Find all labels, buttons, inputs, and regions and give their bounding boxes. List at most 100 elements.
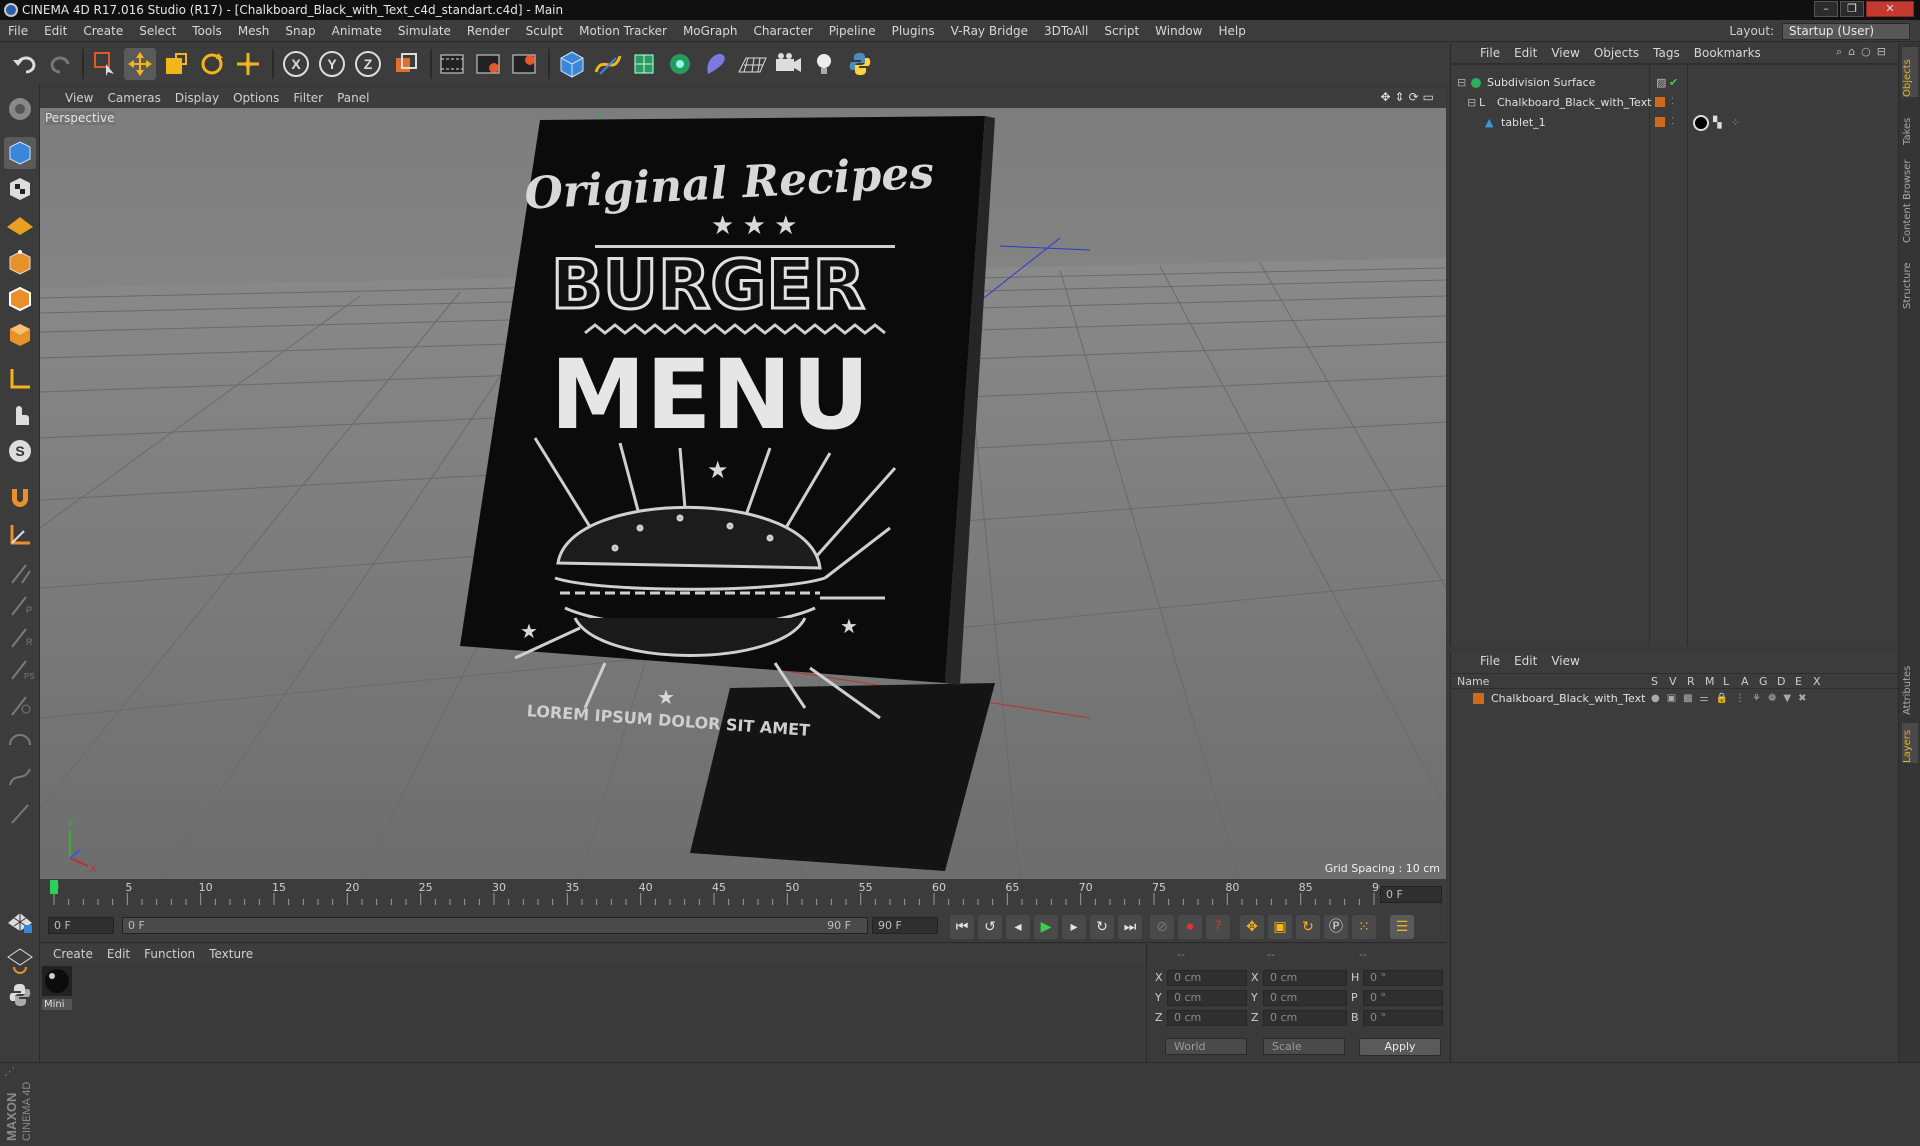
render-picture-viewer-icon[interactable] [472, 48, 504, 80]
texture-tag-icon[interactable]: ▚ [1713, 113, 1721, 132]
layout-dropdown[interactable]: Startup (User) [1782, 23, 1910, 40]
play-forward-icon[interactable]: ▶ [1034, 915, 1058, 939]
cloner-icon[interactable] [664, 48, 696, 80]
points-mode-icon[interactable] [4, 247, 36, 279]
uvw-tag-icon[interactable]: ⁘ [1731, 113, 1740, 132]
material-menu-create[interactable]: Create [46, 944, 100, 964]
timeline-ruler[interactable]: 051015202530354045505560657075808590 0 F [40, 879, 1446, 909]
subdivision-surface-icon[interactable] [628, 48, 660, 80]
layer-col-animation[interactable]: A [1741, 675, 1749, 688]
viewport-menu-filter[interactable]: Filter [286, 88, 330, 108]
viewport-menu-panel[interactable]: Panel [330, 88, 376, 108]
python-icon[interactable] [844, 48, 876, 80]
y-axis-lock-icon[interactable]: Y [316, 48, 348, 80]
cube-primitive-icon[interactable] [556, 48, 588, 80]
render-settings-icon[interactable] [508, 48, 540, 80]
layers-menu-edit[interactable]: Edit [1507, 651, 1544, 671]
frame-range-slider[interactable]: 0 F 90 F [122, 917, 868, 934]
object-row-chalkboard[interactable]: ⊟ L Chalkboard_Black_with_Text ⁚ [1451, 93, 1899, 112]
edges-mode-icon[interactable] [4, 283, 36, 315]
workplane-mode-icon[interactable] [4, 207, 36, 239]
layer-color-icon[interactable] [1655, 117, 1665, 127]
menu-select[interactable]: Select [131, 20, 184, 42]
undo-icon[interactable] [10, 48, 42, 80]
menu-mesh[interactable]: Mesh [230, 20, 278, 42]
key-scale-icon[interactable]: ▣ [1268, 915, 1292, 939]
edit-render-toggle-icon[interactable]: ▨ [1656, 73, 1666, 92]
size-x-field[interactable]: 0 cm [1263, 970, 1347, 986]
layer-toggle-icons[interactable]: ●▣▩⚌🔒⋮⚘❁▼✖ [1651, 689, 1813, 708]
layer-col-deformers[interactable]: D [1777, 675, 1785, 688]
magnet-icon[interactable] [4, 481, 36, 513]
polygons-mode-icon[interactable] [4, 319, 36, 351]
menu-sculpt[interactable]: Sculpt [518, 20, 571, 42]
tweak-mode-icon[interactable] [4, 399, 36, 431]
next-frame-icon[interactable]: ▸ [1062, 915, 1086, 939]
objects-menu-view[interactable]: View [1544, 43, 1586, 63]
workplane-icon[interactable] [4, 519, 36, 551]
layer-col-manager[interactable]: M [1705, 675, 1715, 688]
material-menu-function[interactable]: Function [137, 944, 202, 964]
menu-script[interactable]: Script [1096, 20, 1147, 42]
layers-menu-view[interactable]: View [1544, 651, 1586, 671]
texture-tiling-icon[interactable] [4, 903, 36, 935]
material-tag-icon[interactable] [1693, 115, 1709, 131]
viewport-menu-options[interactable]: Options [226, 88, 286, 108]
viewport-menu-view[interactable]: View [58, 88, 100, 108]
viewport-menu-display[interactable]: Display [168, 88, 226, 108]
apply-button[interactable]: Apply [1359, 1038, 1441, 1056]
material-item[interactable]: Mini [42, 966, 72, 1012]
timeline-menu-icon[interactable]: ☰ [1390, 915, 1414, 939]
move-tool-icon[interactable] [124, 48, 156, 80]
menu-pipeline[interactable]: Pipeline [821, 20, 884, 42]
pos-x-field[interactable]: 0 cm [1167, 970, 1247, 986]
menu-character[interactable]: Character [745, 20, 820, 42]
x-axis-lock-icon[interactable]: X [280, 48, 312, 80]
collapse-toggle-icon[interactable]: ⊟ [1457, 73, 1466, 92]
record-keys-disabled-icon[interactable]: ⊘ [1150, 915, 1174, 939]
layer-color-icon[interactable] [1655, 97, 1665, 107]
python-console-icon[interactable] [4, 979, 36, 1011]
layer-col-generators[interactable]: G [1759, 675, 1768, 688]
key-pla-icon[interactable]: ⁙ [1352, 915, 1376, 939]
layer-col-locked[interactable]: L [1723, 675, 1729, 688]
tab-layers[interactable]: Layers [1902, 723, 1918, 763]
z-axis-lock-icon[interactable]: Z [352, 48, 384, 80]
tab-takes[interactable]: Takes [1902, 105, 1918, 145]
menu-snap[interactable]: Snap [277, 20, 323, 42]
objects-menu-bookmarks[interactable]: Bookmarks [1687, 43, 1768, 63]
tab-content-browser[interactable]: Content Browser [1902, 153, 1918, 243]
make-editable-icon[interactable] [4, 93, 36, 125]
current-frame-field[interactable]: 0 F [48, 917, 114, 934]
menu-window[interactable]: Window [1147, 20, 1210, 42]
key-position-icon[interactable]: ✥ [1240, 915, 1264, 939]
pen-spline-icon[interactable] [592, 48, 624, 80]
layer-row[interactable]: Chalkboard_Black_with_Text ●▣▩⚌🔒⋮⚘❁▼✖ [1451, 689, 1899, 708]
objects-menu-file[interactable]: File [1473, 43, 1507, 63]
object-row-subdivision[interactable]: ⊟ Subdivision Surface ▨ ✔ [1451, 73, 1899, 92]
model-mode-icon[interactable] [4, 137, 36, 169]
viewport-nav-icons[interactable]: ✥⇕⟳▭ [1380, 90, 1438, 104]
texture-mode-icon[interactable] [4, 173, 36, 205]
visibility-dots-icon[interactable]: ⁚ [1671, 113, 1674, 132]
tab-attributes[interactable]: Attributes [1902, 655, 1918, 715]
close-button[interactable]: ✕ [1866, 1, 1914, 17]
menu-3dtoall[interactable]: 3DToAll [1036, 20, 1096, 42]
rot-h-field[interactable]: 0 ° [1363, 970, 1443, 986]
layer-col-solo[interactable]: S [1651, 675, 1658, 688]
key-parameter-icon[interactable]: Ⓟ [1324, 915, 1348, 939]
scale-tool-icon[interactable] [160, 48, 192, 80]
coordinate-space-dropdown[interactable]: World [1165, 1038, 1247, 1055]
material-menu-edit[interactable]: Edit [100, 944, 137, 964]
size-z-field[interactable]: 0 cm [1263, 1010, 1347, 1026]
menu-mograph[interactable]: MoGraph [675, 20, 746, 42]
visibility-dots-icon[interactable]: ⁚ [1671, 93, 1674, 112]
camera-icon[interactable] [772, 48, 804, 80]
pos-y-field[interactable]: 0 cm [1167, 990, 1247, 1006]
objects-menu-tags[interactable]: Tags [1646, 43, 1687, 63]
menu-motion-tracker[interactable]: Motion Tracker [571, 20, 675, 42]
previous-frame-icon[interactable]: ◂ [1006, 915, 1030, 939]
collapse-toggle-icon[interactable]: ⊟ [1467, 93, 1476, 112]
timeline-end-field[interactable]: 0 F [1380, 886, 1442, 903]
menu-vray-bridge[interactable]: V-Ray Bridge [943, 20, 1036, 42]
